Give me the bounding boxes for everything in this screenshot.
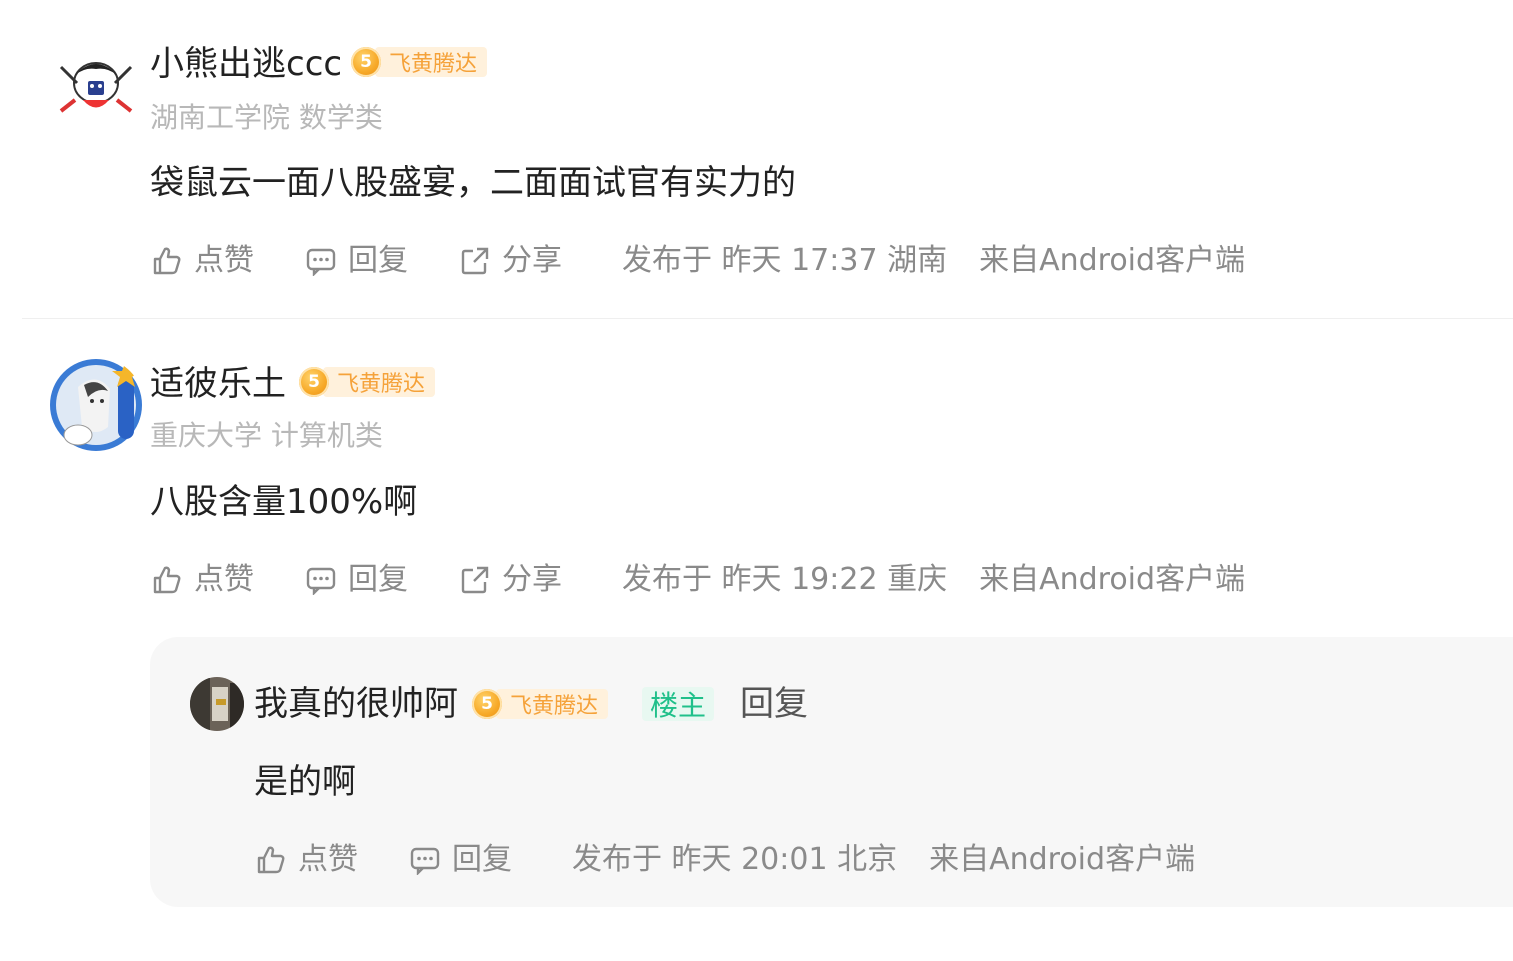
share-button[interactable]: 分享 <box>460 565 562 595</box>
post-source: 来自Android客户端 <box>929 842 1196 877</box>
avatar[interactable] <box>55 45 137 127</box>
comment-actions: 点赞 回复 分享 发布于 昨天 19:22 重庆 来自Android客户端 <box>152 565 1245 595</box>
share-icon <box>461 566 489 594</box>
avatar[interactable] <box>48 357 144 453</box>
share-label: 分享 <box>502 562 562 597</box>
reply-button[interactable]: 回复 <box>306 246 408 276</box>
level-badge: 5 飞黄腾达 <box>299 366 436 398</box>
post-meta: 发布于 昨天 17:37 湖南 <box>622 243 948 278</box>
level-icon: 5 <box>351 47 381 77</box>
reply-to-label[interactable]: 回复 <box>740 687 808 721</box>
level-name: 飞黄腾达 <box>323 367 436 397</box>
comment-text: 八股含量100%啊 <box>150 482 418 522</box>
level-name: 飞黄腾达 <box>375 47 488 77</box>
post-source: 来自Android客户端 <box>979 243 1246 278</box>
post-source: 来自Android客户端 <box>979 562 1246 597</box>
reply-label: 回复 <box>452 842 512 877</box>
school-info: 湖南工学院 数学类 <box>150 101 383 134</box>
post-meta: 发布于 昨天 20:01 北京 <box>572 842 898 877</box>
like-label: 点赞 <box>194 562 254 597</box>
level-badge: 5 飞黄腾达 <box>472 688 609 720</box>
reply-button[interactable]: 回复 <box>306 565 408 595</box>
level-icon: 5 <box>299 367 329 397</box>
avatar[interactable] <box>190 677 244 731</box>
like-label: 点赞 <box>194 243 254 278</box>
like-label: 点赞 <box>298 842 358 877</box>
share-button[interactable]: 分享 <box>460 246 562 276</box>
username[interactable]: 适彼乐土 <box>150 367 286 401</box>
comment-item: 适彼乐土 5 飞黄腾达 重庆大学 计算机类 八股含量100%啊 点赞 回复 分享… <box>0 340 1513 620</box>
post-meta: 发布于 昨天 19:22 重庆 <box>622 562 948 597</box>
level-icon: 5 <box>472 689 502 719</box>
comment-icon <box>410 847 440 875</box>
like-button[interactable]: 点赞 <box>152 246 254 276</box>
username[interactable]: 小熊出逃ccc <box>150 47 342 81</box>
thumbs-up-icon <box>153 247 181 275</box>
comment-text: 袋鼠云一面八股盛宴，二面面试官有实力的 <box>150 163 796 203</box>
reply-label: 回复 <box>348 562 408 597</box>
school-info: 重庆大学 计算机类 <box>150 419 383 452</box>
reply-username[interactable]: 我真的很帅阿 <box>254 687 458 721</box>
share-icon <box>461 247 489 275</box>
reply-label: 回复 <box>348 243 408 278</box>
comment-actions: 点赞 回复 分享 发布于 昨天 17:37 湖南 来自Android客户端 <box>152 246 1245 276</box>
share-label: 分享 <box>502 243 562 278</box>
reply-button[interactable]: 回复 <box>410 845 512 875</box>
owner-tag: 楼主 <box>642 687 715 722</box>
like-button[interactable]: 点赞 <box>152 565 254 595</box>
divider <box>22 318 1513 319</box>
like-button[interactable]: 点赞 <box>256 845 358 875</box>
thumbs-up-icon <box>257 846 285 874</box>
level-badge: 5 飞黄腾达 <box>351 46 488 78</box>
comment-icon <box>306 248 336 276</box>
reply-actions: 点赞 回复 发布于 昨天 20:01 北京 来自Android客户端 <box>256 845 1195 875</box>
comment-icon <box>306 567 336 595</box>
reply-thread: 我真的很帅阿 5 飞黄腾达 楼主 回复 是的啊 点赞 回复 发布于 昨天 20:… <box>150 637 1513 907</box>
reply-text: 是的啊 <box>254 762 356 802</box>
comment-item: 小熊出逃ccc 5 飞黄腾达 湖南工学院 数学类 袋鼠云一面八股盛宴，二面面试官… <box>0 0 1513 318</box>
thumbs-up-icon <box>153 566 181 594</box>
level-name: 飞黄腾达 <box>496 689 609 719</box>
